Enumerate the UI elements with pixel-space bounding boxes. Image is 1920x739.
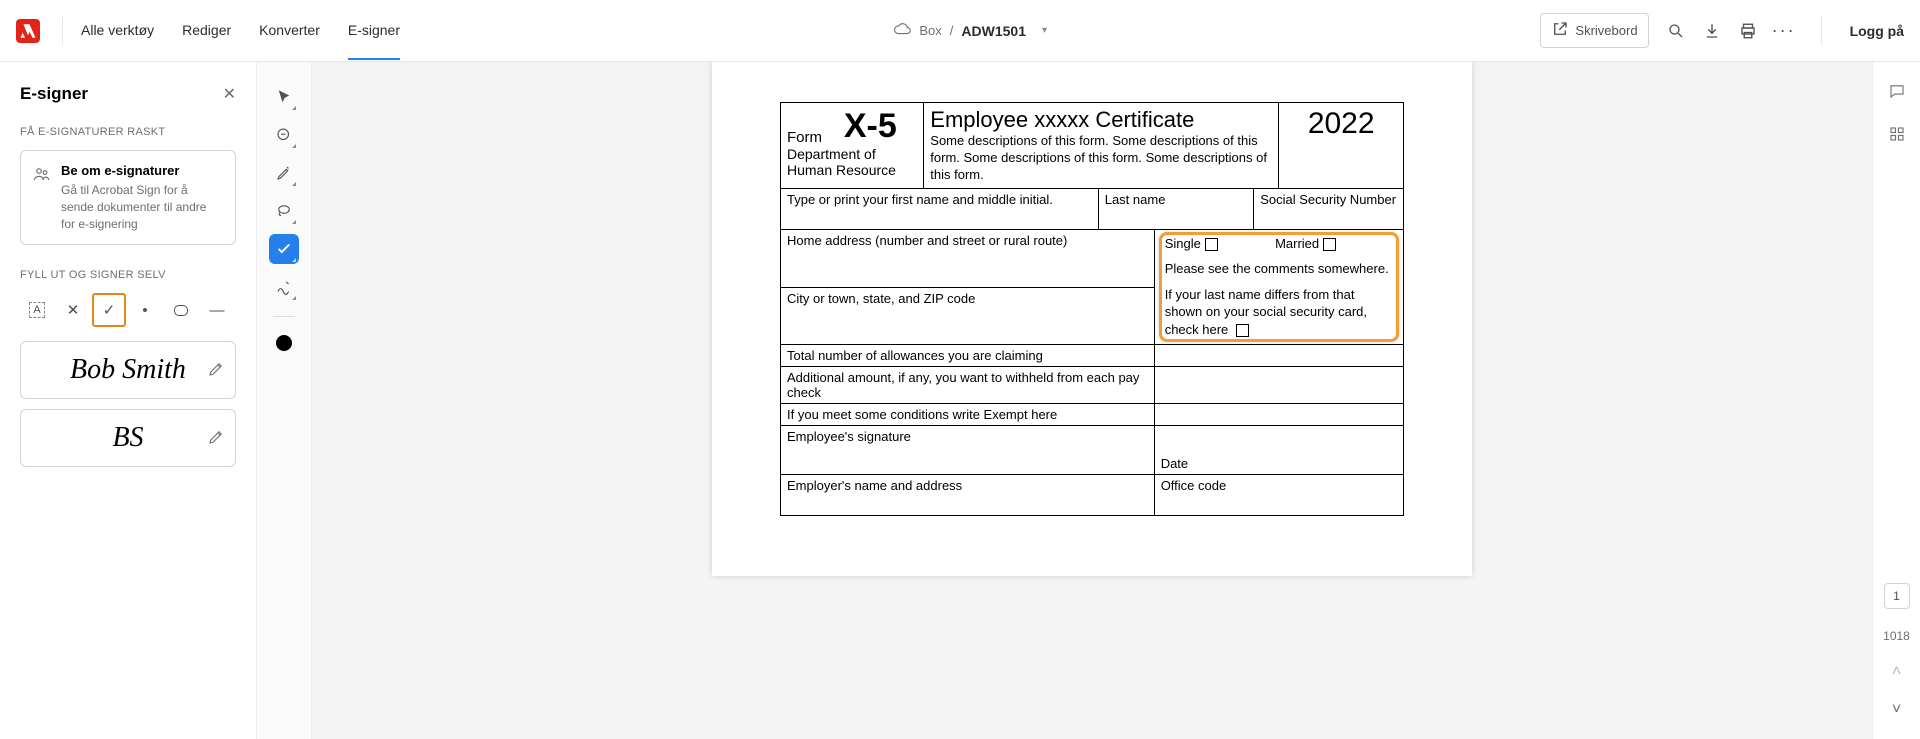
field-office[interactable]: Office code <box>1154 475 1403 515</box>
login-button[interactable]: Logg på <box>1850 23 1904 39</box>
form-label: Form <box>787 107 844 146</box>
field-exempt[interactable]: If you meet some conditions write Exempt… <box>781 404 1154 425</box>
lastname-diff-note: If your last name differs from that show… <box>1165 287 1367 337</box>
nav-edit[interactable]: Rediger <box>182 2 231 59</box>
cloud-icon <box>893 20 911 41</box>
field-signature[interactable]: Employee's signature <box>781 426 1154 474</box>
breadcrumb-source[interactable]: Box <box>919 23 941 38</box>
field-ssn[interactable]: Social Security Number <box>1254 189 1403 229</box>
field-allowances[interactable]: Total number of allowances you are claim… <box>781 345 1154 366</box>
right-rail: 1 1018 ˄ ˅ <box>1872 62 1920 739</box>
form-table: Form X-5 Department of Human Resource Em… <box>780 102 1404 516</box>
tool-line[interactable]: — <box>200 293 234 327</box>
tool-highlight[interactable] <box>269 158 299 188</box>
initials-preview: BS <box>112 422 143 454</box>
divider <box>1821 17 1822 45</box>
highlighted-region: Single Married Please see the comments s… <box>1165 236 1393 339</box>
breadcrumb-sep: / <box>950 23 954 38</box>
field-address[interactable]: Home address (number and street or rural… <box>781 230 1154 287</box>
field-date[interactable]: Date <box>1154 426 1403 474</box>
field-first-name[interactable]: Type or print your first name and middle… <box>781 189 1098 229</box>
card-title: Be om e-signaturer <box>61 163 223 178</box>
field-city[interactable]: City or town, state, and ZIP code <box>781 287 1154 344</box>
tool-check[interactable]: ✓ <box>92 293 126 327</box>
nav-esign[interactable]: E-signer <box>348 2 400 60</box>
desktop-button[interactable]: Skrivebord <box>1540 13 1648 48</box>
print-icon[interactable] <box>1739 22 1757 40</box>
vertical-toolstrip <box>256 62 312 739</box>
fill-tools: A ✕ ✓ • — <box>20 293 236 327</box>
edit-icon[interactable] <box>207 360 225 381</box>
comments-note: Please see the comments somewhere. <box>1165 261 1393 276</box>
divider <box>62 17 63 45</box>
label-married: Married <box>1275 236 1319 251</box>
download-icon[interactable] <box>1703 22 1721 40</box>
checkbox-single[interactable] <box>1205 238 1218 251</box>
field-last-name[interactable]: Last name <box>1098 189 1254 229</box>
edit-icon[interactable] <box>207 428 225 449</box>
section-get-signatures: FÅ E-SIGNATURER RASKT <box>20 126 236 138</box>
chevron-down-icon[interactable]: ▾ <box>1042 25 1047 36</box>
label-single: Single <box>1165 236 1201 251</box>
signature-preview: Bob Smith <box>70 354 186 386</box>
divider <box>273 316 295 317</box>
document-name[interactable]: ADW1501 <box>961 23 1026 39</box>
search-icon[interactable] <box>1667 22 1685 40</box>
document-canvas[interactable]: Form X-5 Department of Human Resource Em… <box>312 62 1872 739</box>
tool-circle[interactable] <box>164 293 198 327</box>
field-additional[interactable]: Additional amount, if any, you want to w… <box>781 367 1154 403</box>
initials-box[interactable]: BS <box>20 409 236 467</box>
main-layout: E-signer ✕ FÅ E-SIGNATURER RASKT Be om e… <box>0 62 1920 739</box>
document-page[interactable]: Form X-5 Department of Human Resource Em… <box>712 62 1472 576</box>
topbar: Alle verktøy Rediger Konverter E-signer … <box>0 0 1920 62</box>
form-title: Employee xxxxx Certificate <box>930 107 1272 133</box>
people-icon <box>33 163 51 232</box>
open-external-icon <box>1551 20 1569 41</box>
app-logo <box>16 19 40 43</box>
checkbox-lastname-diff[interactable] <box>1236 324 1249 337</box>
signature-box[interactable]: Bob Smith <box>20 341 236 399</box>
field-allowances-value[interactable] <box>1154 345 1403 366</box>
tool-comment[interactable] <box>269 120 299 150</box>
nav-all-tools[interactable]: Alle verktøy <box>81 2 154 59</box>
color-picker[interactable] <box>276 335 292 351</box>
grid-icon[interactable] <box>1888 125 1906 148</box>
tool-text[interactable]: A <box>20 293 54 327</box>
close-icon[interactable]: ✕ <box>223 84 236 104</box>
request-signatures-card[interactable]: Be om e-signaturer Gå til Acrobat Sign f… <box>20 150 236 245</box>
nav-convert[interactable]: Konverter <box>259 2 320 59</box>
department: Department of Human Resource <box>787 146 917 178</box>
field-exempt-value[interactable] <box>1154 404 1403 425</box>
topbar-right: Skrivebord ··· Logg på <box>1540 13 1904 48</box>
tool-lasso[interactable] <box>269 196 299 226</box>
tool-draw[interactable] <box>269 272 299 302</box>
page-number[interactable]: 1 <box>1884 583 1910 609</box>
chevron-down-icon[interactable]: ˅ <box>1892 701 1901 719</box>
tool-fillsign[interactable] <box>269 234 299 264</box>
tool-pointer[interactable] <box>269 82 299 112</box>
chat-icon[interactable] <box>1888 82 1906 105</box>
form-desc: Some descriptions of this form. Some des… <box>930 133 1272 184</box>
sidebar-title: E-signer <box>20 84 88 104</box>
tool-cross[interactable]: ✕ <box>56 293 90 327</box>
form-year: 2022 <box>1285 107 1397 141</box>
field-additional-value[interactable] <box>1154 367 1403 403</box>
form-number: X-5 <box>844 107 917 146</box>
section-fill-sign: FYLL UT OG SIGNER SELV <box>20 269 236 281</box>
more-icon[interactable]: ··· <box>1775 22 1793 40</box>
desktop-button-label: Skrivebord <box>1575 23 1637 38</box>
sidebar: E-signer ✕ FÅ E-SIGNATURER RASKT Be om e… <box>0 62 256 739</box>
card-desc: Gå til Acrobat Sign for å sende dokument… <box>61 182 223 232</box>
breadcrumb: Box / ADW1501 ▾ <box>400 20 1540 41</box>
checkbox-married[interactable] <box>1323 238 1336 251</box>
field-employer[interactable]: Employer's name and address <box>781 475 1154 515</box>
chevron-up-icon[interactable]: ˄ <box>1892 663 1901 681</box>
main-nav: Alle verktøy Rediger Konverter E-signer <box>81 2 400 59</box>
zoom-value: 1018 <box>1883 629 1910 643</box>
tool-dot[interactable]: • <box>128 293 162 327</box>
